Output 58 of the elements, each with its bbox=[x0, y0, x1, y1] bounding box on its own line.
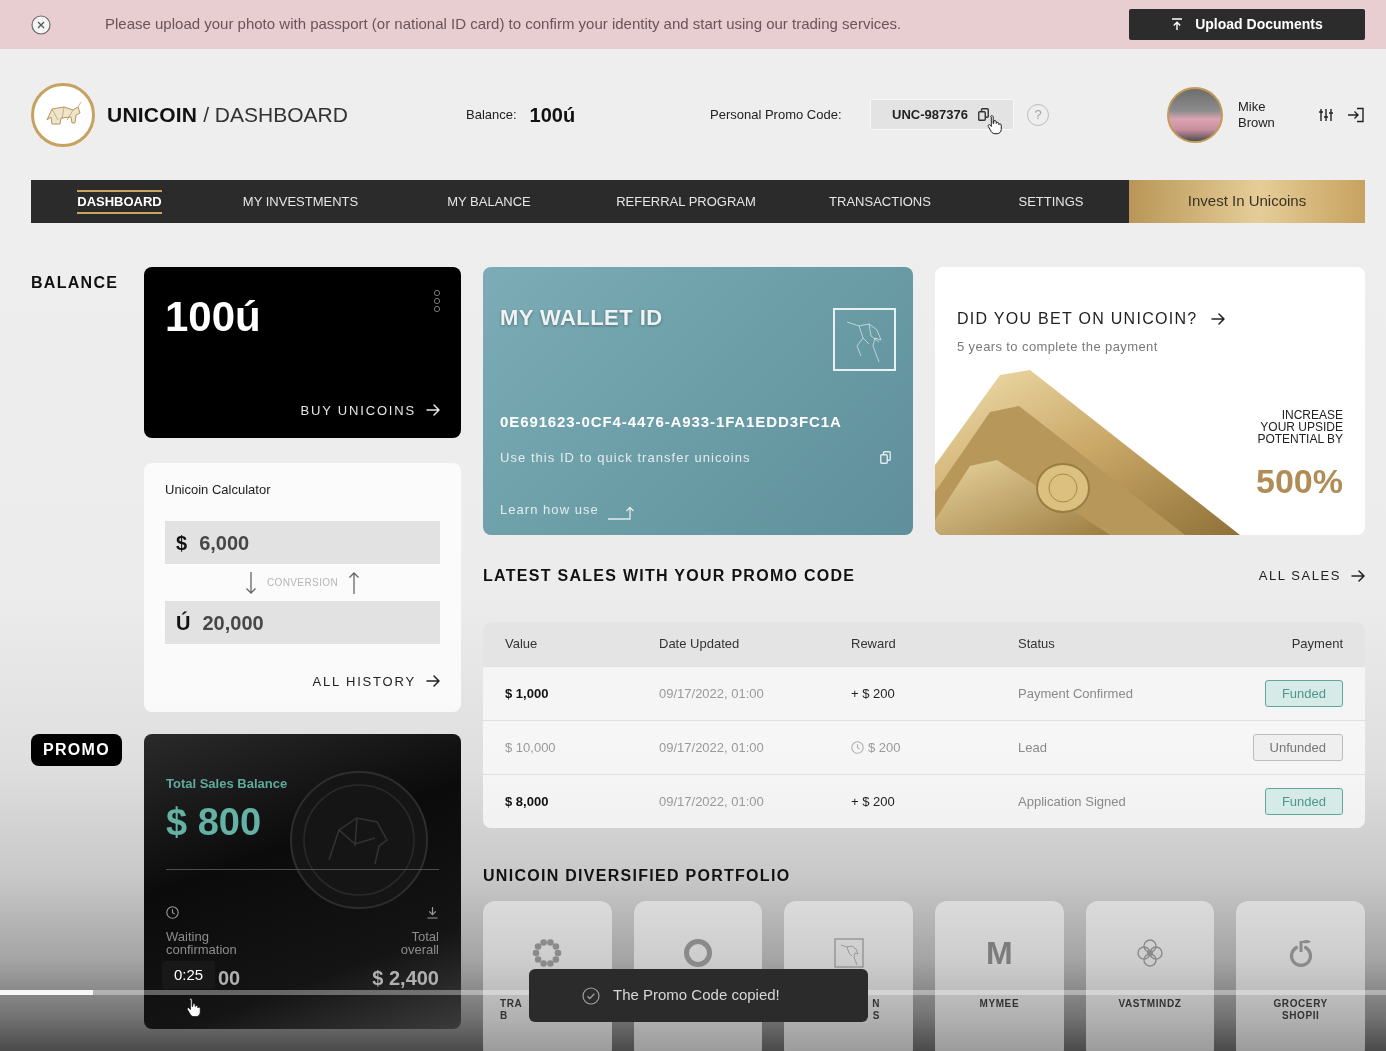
wallet-hint: Use this ID to quick transfer unicoins bbox=[500, 448, 751, 467]
section-title: UNICOIN DIVERSIFIED PORTFOLIO bbox=[483, 866, 791, 886]
offer-tagline: INCREASE YOUR UPSIDE POTENTIAL BY bbox=[1257, 409, 1343, 445]
promo-amount: $ 800 bbox=[166, 799, 262, 844]
balance-amount: 100ú bbox=[165, 293, 261, 341]
stat-label: Total overall bbox=[399, 929, 439, 956]
table-cell-text: 09/17/2022, 01:00 bbox=[659, 792, 764, 811]
portfolio-label: B bbox=[500, 1010, 508, 1022]
table-cell-text: 09/17/2022, 01:00 bbox=[659, 684, 764, 703]
time-tooltip: 0:25 bbox=[162, 961, 215, 989]
stat-value: 00 bbox=[218, 966, 241, 989]
conversion-label: CONVERSION bbox=[266, 576, 339, 590]
stat-label: Waiting confirmation bbox=[166, 929, 238, 956]
table-cell-text: $ 8,000 bbox=[505, 792, 549, 811]
stat-value: $ 2,400 bbox=[372, 966, 439, 989]
balance-label: Balance: bbox=[466, 105, 517, 124]
offer-highlight: 500% bbox=[1256, 461, 1343, 501]
table-cell-text: 09/17/2022, 01:00 bbox=[659, 738, 764, 757]
payment-status-badge: Unfunded bbox=[1252, 734, 1343, 761]
offer-title: DID YOU BET ON UNICOIN? bbox=[957, 309, 1198, 329]
table-cell-text: $ 200 bbox=[868, 738, 901, 757]
section-title: LATEST SALES WITH YOUR PROMO CODE bbox=[483, 566, 856, 586]
portfolio-label: SHOPII bbox=[1281, 1010, 1320, 1022]
payment-status-badge: Funded bbox=[1264, 680, 1343, 707]
portfolio-label: VASTMINDZ bbox=[1118, 998, 1182, 1010]
column-header: Date Updated bbox=[659, 635, 740, 654]
table-cell-text: Payment Confirmed bbox=[1018, 684, 1133, 703]
toast-message: The Promo Code copied! bbox=[613, 985, 780, 1006]
column-header: Payment bbox=[1291, 635, 1343, 654]
promo-title: Total Sales Balance bbox=[166, 775, 288, 793]
banner-message: Please upload your photo with passport (or national ID card) to confirm your identity and start using our trading services. bbox=[105, 14, 902, 35]
section-title: BALANCE bbox=[31, 274, 119, 291]
promo-badge: PROMO bbox=[31, 734, 122, 766]
offer-subtitle: 5 years to complete the payment bbox=[957, 338, 1158, 356]
user-name: Mike Brown bbox=[1238, 98, 1276, 131]
payment-status-badge: Funded bbox=[1264, 788, 1343, 815]
logo-letter: M bbox=[986, 938, 1013, 968]
promo-code-label: Personal Promo Code: bbox=[710, 105, 843, 124]
portfolio-label: MYMEE bbox=[979, 998, 1020, 1010]
portfolio-label: S bbox=[872, 1010, 880, 1022]
table-cell-text: $ 10,000 bbox=[505, 738, 556, 757]
portfolio-label: N bbox=[872, 998, 880, 1010]
portfolio-label: GROCERY bbox=[1273, 998, 1328, 1010]
column-header: Value bbox=[505, 635, 538, 654]
balance-value: 100ú bbox=[529, 102, 576, 128]
table-cell-text: $ 1,000 bbox=[505, 684, 549, 703]
portfolio-label: TRA bbox=[500, 998, 523, 1010]
page-title: / DASHBOARD bbox=[203, 101, 348, 128]
wallet-title: MY WALLET ID bbox=[500, 305, 663, 331]
table-cell-text: Application Signed bbox=[1018, 792, 1126, 811]
table-cell-text: + $ 200 bbox=[851, 792, 895, 811]
table-cell-text: + $ 200 bbox=[851, 684, 895, 703]
column-header: Status bbox=[1018, 635, 1055, 654]
brand-name: UNICOIN bbox=[107, 101, 198, 128]
column-header: Reward bbox=[851, 635, 896, 654]
calculator-title: Unicoin Calculator bbox=[165, 481, 271, 499]
wallet-id: 0E691623-0CF4-4476-A933-1FA1EDD3FC1A bbox=[500, 412, 842, 432]
table-cell-text: Lead bbox=[1018, 738, 1047, 757]
